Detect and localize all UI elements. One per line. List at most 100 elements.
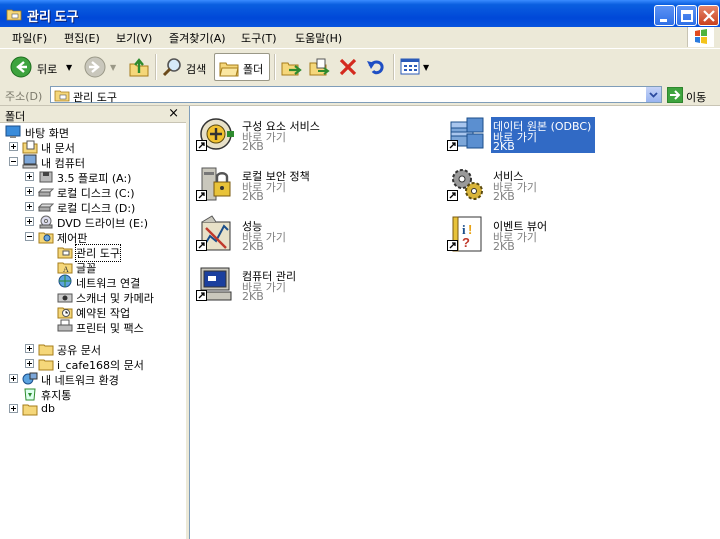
folders-pane-title: 폴더: [5, 110, 26, 123]
network-places-icon: [22, 372, 38, 385]
list-item-local-security-policy[interactable]: 로컬 보안 정책 바로 가기 2KB: [192, 160, 432, 208]
admin-tools-icon: [57, 247, 73, 259]
go-arrow-icon: [667, 87, 683, 103]
title-bar[interactable]: 관리 도구: [0, 0, 720, 30]
expand-plus-icon[interactable]: [25, 172, 34, 181]
folder-icon: [38, 359, 54, 371]
list-item-component-services[interactable]: 구성 요소 서비스 바로 가기 2KB: [192, 110, 432, 158]
control-panel-icon: [38, 232, 54, 244]
folders-label: 폴더: [243, 63, 264, 76]
minimize-button[interactable]: [654, 5, 675, 26]
move-to-button[interactable]: [278, 53, 304, 81]
menu-edit[interactable]: 편집(E): [64, 30, 100, 46]
floppy-drive-icon: [39, 171, 53, 183]
desktop-icon: [5, 125, 21, 138]
views-icon: [400, 58, 420, 75]
move-to-folder-icon: [281, 62, 302, 76]
shortcut-arrow-icon: [196, 240, 207, 251]
network-connections-icon: [58, 274, 72, 288]
menu-file[interactable]: 파일(F): [12, 30, 47, 46]
shortcut-arrow-icon: [196, 290, 207, 301]
list-item-computer-management[interactable]: 컴퓨터 관리 바로 가기 2KB: [192, 260, 432, 308]
window-title: 관리 도구: [27, 9, 79, 24]
menu-bar: 파일(F) 편집(E) 보기(V) 즐겨찾기(A) 도구(T) 도움말(H): [0, 27, 720, 47]
back-arrow-icon: [10, 56, 32, 78]
hard-drive-icon: [38, 188, 54, 197]
recycle-bin-icon: [24, 388, 36, 401]
svg-text:?: ?: [462, 235, 470, 250]
undo-icon: [367, 60, 384, 75]
up-folder-button[interactable]: [126, 53, 152, 81]
address-value: 관리 도구: [73, 91, 117, 104]
delete-button[interactable]: [335, 53, 361, 81]
item-size: 2KB: [242, 290, 264, 303]
address-input[interactable]: 관리 도구: [50, 86, 662, 104]
menu-view[interactable]: 보기(V): [116, 30, 152, 46]
my-computer-icon: [22, 154, 38, 169]
list-item-data-sources-odbc[interactable]: 데이터 원본 (ODBC) 바로 가기 2KB: [443, 110, 683, 158]
close-button[interactable]: [698, 5, 719, 26]
shortcut-arrow-icon: [447, 240, 458, 251]
chevron-down-icon: [649, 92, 658, 98]
fonts-folder-icon: A: [57, 262, 73, 274]
shared-folder-icon: [38, 344, 54, 356]
back-dropdown-icon[interactable]: ▼: [66, 63, 72, 72]
list-item-performance[interactable]: 성능 바로 가기 2KB: [192, 210, 432, 258]
list-item-event-viewer[interactable]: i ! ? 이벤트 뷰어 바로 가기 2KB: [443, 210, 683, 258]
expand-plus-icon[interactable]: [25, 359, 34, 368]
collapse-minus-icon[interactable]: [9, 157, 18, 166]
forward-dropdown-icon[interactable]: ▼: [110, 63, 116, 72]
views-dropdown-icon[interactable]: ▼: [423, 63, 429, 72]
address-label: 주소(D): [5, 90, 43, 103]
back-button[interactable]: 뒤로 ▼: [8, 53, 78, 81]
menu-help[interactable]: 도움말(H): [295, 30, 342, 46]
expand-plus-icon[interactable]: [25, 217, 34, 226]
collapse-minus-icon[interactable]: [25, 232, 34, 241]
expand-plus-icon[interactable]: [25, 344, 34, 353]
hard-drive-icon: [38, 203, 54, 212]
folders-button[interactable]: 폴더: [214, 53, 270, 81]
toolbar-separator: [274, 54, 276, 80]
menu-tools[interactable]: 도구(T): [241, 30, 277, 46]
item-size: 2KB: [242, 190, 264, 203]
expand-plus-icon[interactable]: [25, 187, 34, 196]
item-size: 2KB: [493, 240, 515, 253]
forward-button[interactable]: ▼: [82, 53, 122, 81]
maximize-button[interactable]: [676, 5, 697, 26]
copy-to-button[interactable]: [306, 53, 332, 81]
views-button[interactable]: ▼: [398, 53, 432, 81]
toolbar-separator: [393, 54, 395, 80]
back-label: 뒤로: [37, 63, 58, 76]
expand-plus-icon[interactable]: [9, 374, 18, 383]
item-size: 2KB: [242, 140, 264, 153]
toolbar-separator: [155, 54, 157, 80]
search-button[interactable]: 검색: [160, 53, 210, 81]
windows-logo-icon: [687, 27, 714, 47]
shortcut-arrow-icon: [447, 140, 458, 151]
address-bar: 주소(D) 관리 도구 이동: [0, 85, 720, 106]
my-documents-icon: [22, 140, 38, 154]
address-dropdown-button[interactable]: [645, 87, 661, 102]
go-label: 이동: [686, 91, 707, 104]
undo-button[interactable]: [363, 53, 389, 81]
list-item-services[interactable]: 서비스 바로 가기 2KB: [443, 160, 683, 208]
expand-plus-icon[interactable]: [9, 142, 18, 151]
item-size: 2KB: [242, 240, 264, 253]
printer-icon: [57, 319, 73, 332]
go-button[interactable]: 이동: [667, 86, 717, 104]
folders-pane: 폴더 × 바탕 화면 내 문서 내 컴퓨터 3.5 플로피 (A:) 로컬 디스…: [0, 106, 189, 539]
dvd-drive-icon: [39, 215, 53, 229]
expand-plus-icon[interactable]: [25, 202, 34, 211]
scanner-camera-icon: [57, 293, 73, 303]
folders-pane-close-icon[interactable]: ×: [168, 106, 179, 121]
search-icon: [162, 58, 181, 77]
expand-plus-icon[interactable]: [9, 404, 18, 413]
svg-text:A: A: [63, 265, 69, 274]
menu-favorites[interactable]: 즐겨찾기(A): [169, 30, 226, 46]
shortcut-arrow-icon: [447, 190, 458, 201]
folders-pane-header: 폴더 ×: [0, 106, 186, 123]
folders-icon: [219, 62, 239, 77]
standard-toolbar: 뒤로 ▼ ▼ 검색 폴더 ▼: [0, 48, 720, 86]
item-size: 2KB: [493, 190, 515, 203]
up-folder-icon: [129, 58, 149, 77]
